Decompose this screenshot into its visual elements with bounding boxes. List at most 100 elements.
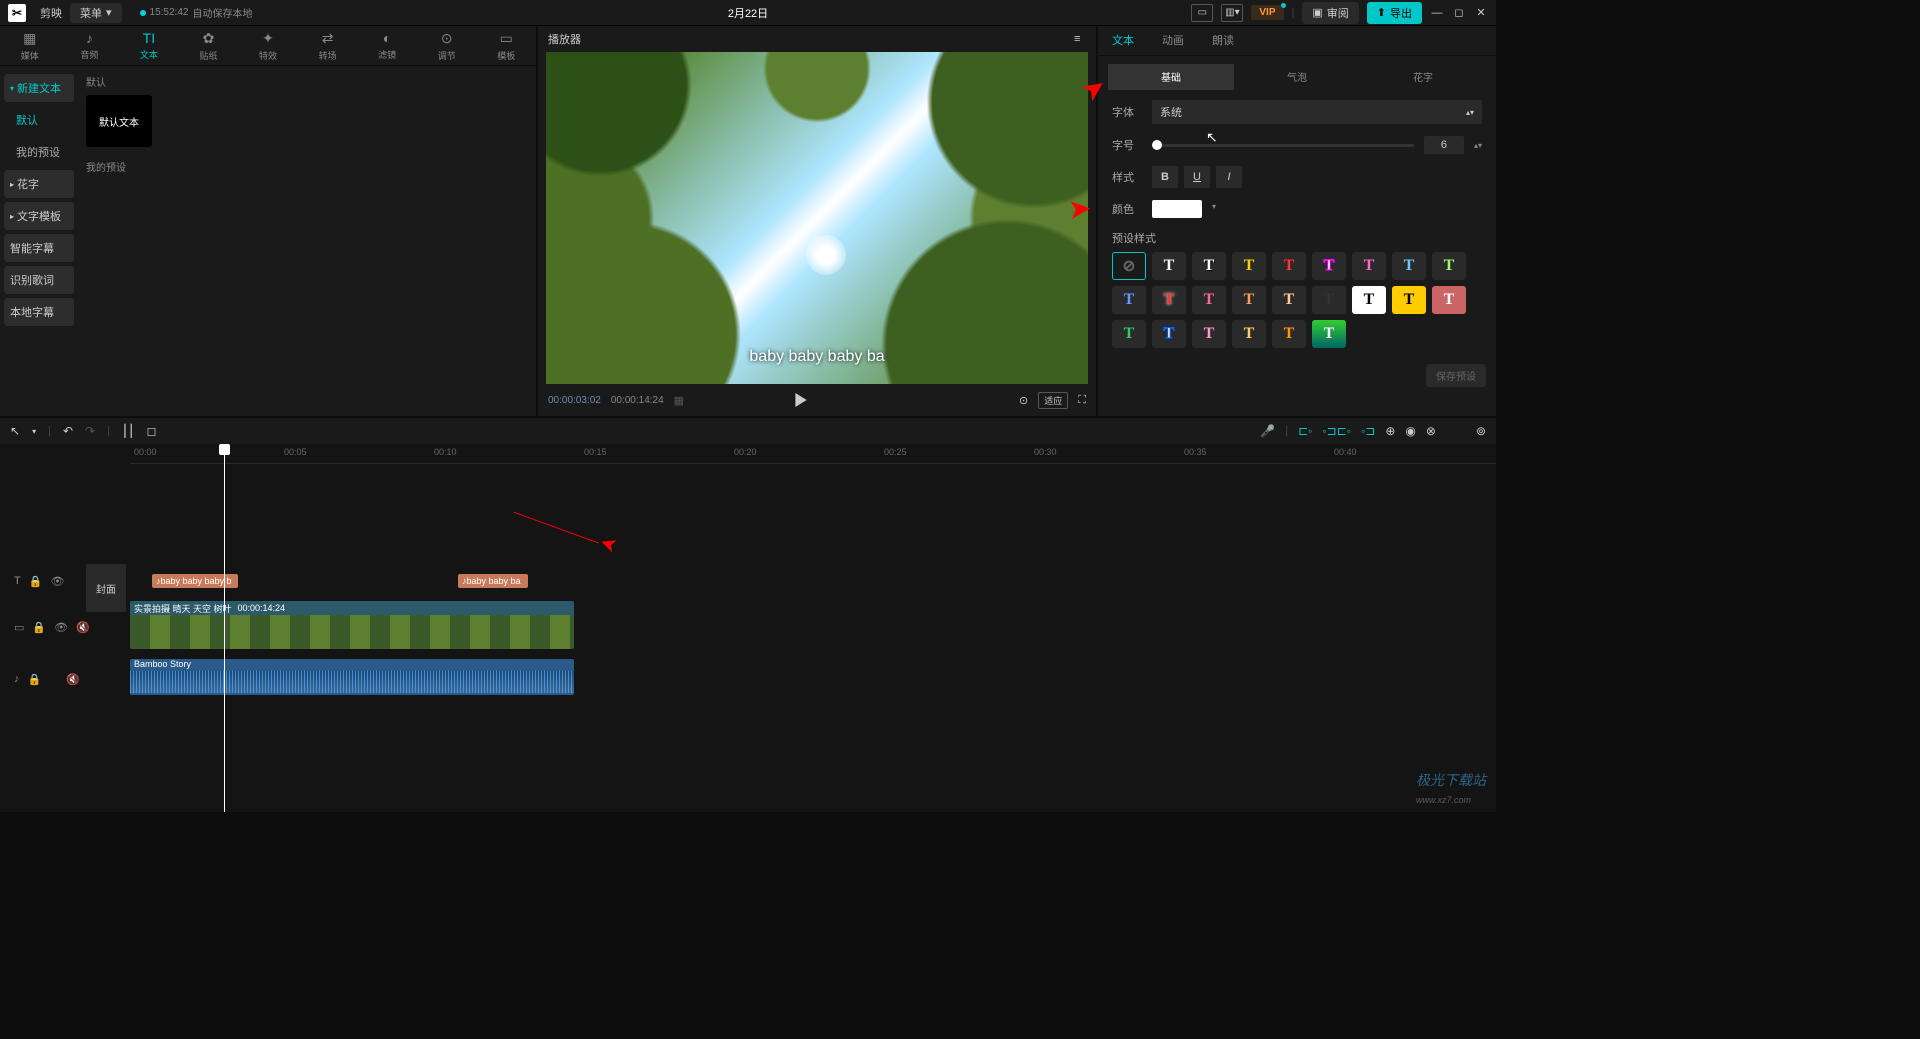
preset-item[interactable]: T — [1272, 320, 1306, 348]
sidebar-default[interactable]: 默认 — [0, 104, 78, 136]
tab-media[interactable]: ▦媒体 — [0, 26, 60, 65]
review-button[interactable]: ▣ 审阅 — [1302, 2, 1358, 24]
tab-text[interactable]: TI文本 — [119, 26, 179, 65]
bold-button[interactable]: B — [1152, 166, 1178, 188]
player-viewport[interactable]: baby baby baby ba — [546, 52, 1088, 384]
default-text-thumb[interactable]: 默认文本 — [86, 95, 152, 147]
updown-icon[interactable]: ▴▾ — [1474, 141, 1482, 150]
audio-clip[interactable]: Bamboo Story — [130, 659, 574, 695]
crop-tool[interactable]: ◻ — [146, 424, 156, 438]
magnet-right-icon[interactable]: ◦⊐ — [1361, 424, 1375, 438]
preset-item[interactable]: T — [1432, 286, 1466, 314]
preview-icon[interactable]: ◉ — [1405, 424, 1415, 438]
export-button[interactable]: ⬆ 导出 — [1367, 2, 1422, 24]
rtab-anim[interactable]: 动画 — [1148, 26, 1198, 55]
video-text-overlay[interactable]: baby baby baby ba — [749, 348, 884, 366]
sidebar-local-sub[interactable]: 本地字幕 — [4, 298, 74, 326]
minimize-button[interactable]: — — [1430, 7, 1444, 19]
redo-button[interactable]: ↷ — [85, 424, 95, 438]
preset-item[interactable]: T — [1112, 286, 1146, 314]
preset-item[interactable]: T — [1112, 320, 1146, 348]
sidebar-lyrics[interactable]: 识别歌词 — [4, 266, 74, 294]
columns-icon[interactable]: ▦ — [674, 394, 684, 407]
italic-button[interactable]: I — [1216, 166, 1242, 188]
sidebar-my-preset[interactable]: 我的预设 — [0, 136, 78, 168]
vip-badge[interactable]: VIP — [1251, 5, 1283, 20]
cover-button[interactable]: 封面 — [86, 564, 126, 612]
tab-sticker[interactable]: ✿贴纸 — [179, 26, 239, 65]
lock-icon[interactable]: 🔒 — [29, 575, 43, 588]
preset-item[interactable]: T — [1352, 286, 1386, 314]
text-clip-2[interactable]: ♪ baby baby ba — [458, 574, 528, 588]
preset-item[interactable]: T — [1152, 252, 1186, 280]
link-icon[interactable]: ⊕ — [1385, 424, 1395, 438]
pointer-tool[interactable]: ↖ — [10, 424, 20, 438]
sidebar-smart-sub[interactable]: 智能字幕 — [4, 234, 74, 262]
timeline-ruler[interactable]: 00:00 00:05 00:10 00:15 00:20 00:25 00:3… — [130, 444, 1496, 464]
preset-item[interactable]: T — [1232, 252, 1266, 280]
player-menu-icon[interactable] — [1074, 33, 1086, 45]
tab-filter[interactable]: ◐滤镜 — [357, 26, 417, 65]
sidebar-text-template[interactable]: ▸文字模板 — [4, 202, 74, 230]
preset-item[interactable]: T — [1152, 320, 1186, 348]
maximize-button[interactable]: ◻ — [1452, 6, 1466, 19]
subtab-basic[interactable]: 基础 — [1108, 64, 1234, 90]
chevron-down-icon[interactable]: ▾ — [32, 427, 36, 436]
preset-item[interactable]: T — [1272, 252, 1306, 280]
ratio-button[interactable]: 适应 — [1038, 392, 1068, 409]
text-clip-1[interactable]: ♪ baby baby baby b — [152, 574, 238, 588]
sidebar-huazi[interactable]: ▸花字 — [4, 170, 74, 198]
close-button[interactable]: ✕ — [1474, 6, 1488, 19]
size-slider[interactable] — [1152, 144, 1414, 147]
preset-item[interactable]: T — [1432, 252, 1466, 280]
undo-button[interactable]: ↶ — [63, 424, 73, 438]
preset-item[interactable]: T — [1192, 252, 1226, 280]
preset-item[interactable]: T — [1312, 320, 1346, 348]
zoom-fit-icon[interactable]: ⊚ — [1476, 424, 1486, 438]
lock-icon[interactable]: 🔒 — [28, 673, 42, 686]
preset-item[interactable]: T — [1392, 286, 1426, 314]
tab-effect[interactable]: ✦特效 — [238, 26, 298, 65]
mute-icon[interactable]: 🔇 — [76, 621, 90, 634]
tab-adjust[interactable]: ⊙调节 — [417, 26, 477, 65]
video-clip[interactable]: 实景拍摄 晴天 天空 树叶00:00:14:24 — [130, 601, 574, 649]
clear-icon[interactable]: ⊗ — [1426, 424, 1436, 438]
play-button[interactable] — [794, 393, 808, 407]
preset-item[interactable]: T — [1312, 252, 1346, 280]
subtab-huazi[interactable]: 花字 — [1360, 64, 1486, 90]
split-tool[interactable]: ⎮⎮ — [122, 424, 135, 438]
tab-audio[interactable]: ♪音频 — [60, 26, 120, 65]
sidebar-new-text[interactable]: ▾新建文本 — [4, 74, 74, 102]
focus-icon[interactable]: ⊙ — [1019, 394, 1028, 407]
rtab-read[interactable]: 朗读 — [1198, 26, 1248, 55]
size-value[interactable]: 6 — [1424, 136, 1464, 154]
save-preset-button[interactable]: 保存预设 — [1426, 364, 1486, 387]
underline-button[interactable]: U — [1184, 166, 1210, 188]
preset-item[interactable]: T — [1192, 286, 1226, 314]
layout-icon-1[interactable]: ▭ — [1191, 4, 1213, 22]
eye-icon[interactable]: 👁 — [50, 575, 64, 588]
mute-icon[interactable]: 🔇 — [66, 673, 80, 686]
magnet-left-icon[interactable]: ⊏◦ — [1298, 424, 1312, 438]
font-select[interactable]: 系统 ▴▾ — [1152, 100, 1482, 124]
fullscreen-icon[interactable]: ⛶ — [1078, 394, 1086, 407]
subtab-bubble[interactable]: 气泡 — [1234, 64, 1360, 90]
eye-icon[interactable]: 👁 — [54, 621, 68, 634]
preset-item[interactable]: T — [1232, 286, 1266, 314]
magnet-center-icon[interactable]: ◦⊐⊏◦ — [1322, 424, 1351, 438]
tab-template[interactable]: ▭模板 — [477, 26, 537, 65]
tab-transition[interactable]: ⇄转场 — [298, 26, 358, 65]
preset-item[interactable]: T — [1352, 252, 1386, 280]
lock-icon[interactable]: 🔒 — [32, 621, 46, 634]
playhead[interactable] — [224, 444, 225, 812]
preset-item[interactable]: T — [1392, 252, 1426, 280]
rtab-text[interactable]: 文本 — [1098, 26, 1148, 55]
layout-icon-2[interactable]: ▥▾ — [1221, 4, 1243, 22]
preset-none[interactable]: ⊘ — [1112, 252, 1146, 280]
preset-item[interactable]: T — [1272, 286, 1306, 314]
preset-item[interactable]: T — [1312, 286, 1346, 314]
menu-button[interactable]: 菜单 ▾ — [70, 3, 122, 23]
mic-icon[interactable]: 🎤 — [1260, 424, 1275, 438]
color-picker[interactable] — [1152, 200, 1202, 218]
preset-item[interactable]: T — [1192, 320, 1226, 348]
